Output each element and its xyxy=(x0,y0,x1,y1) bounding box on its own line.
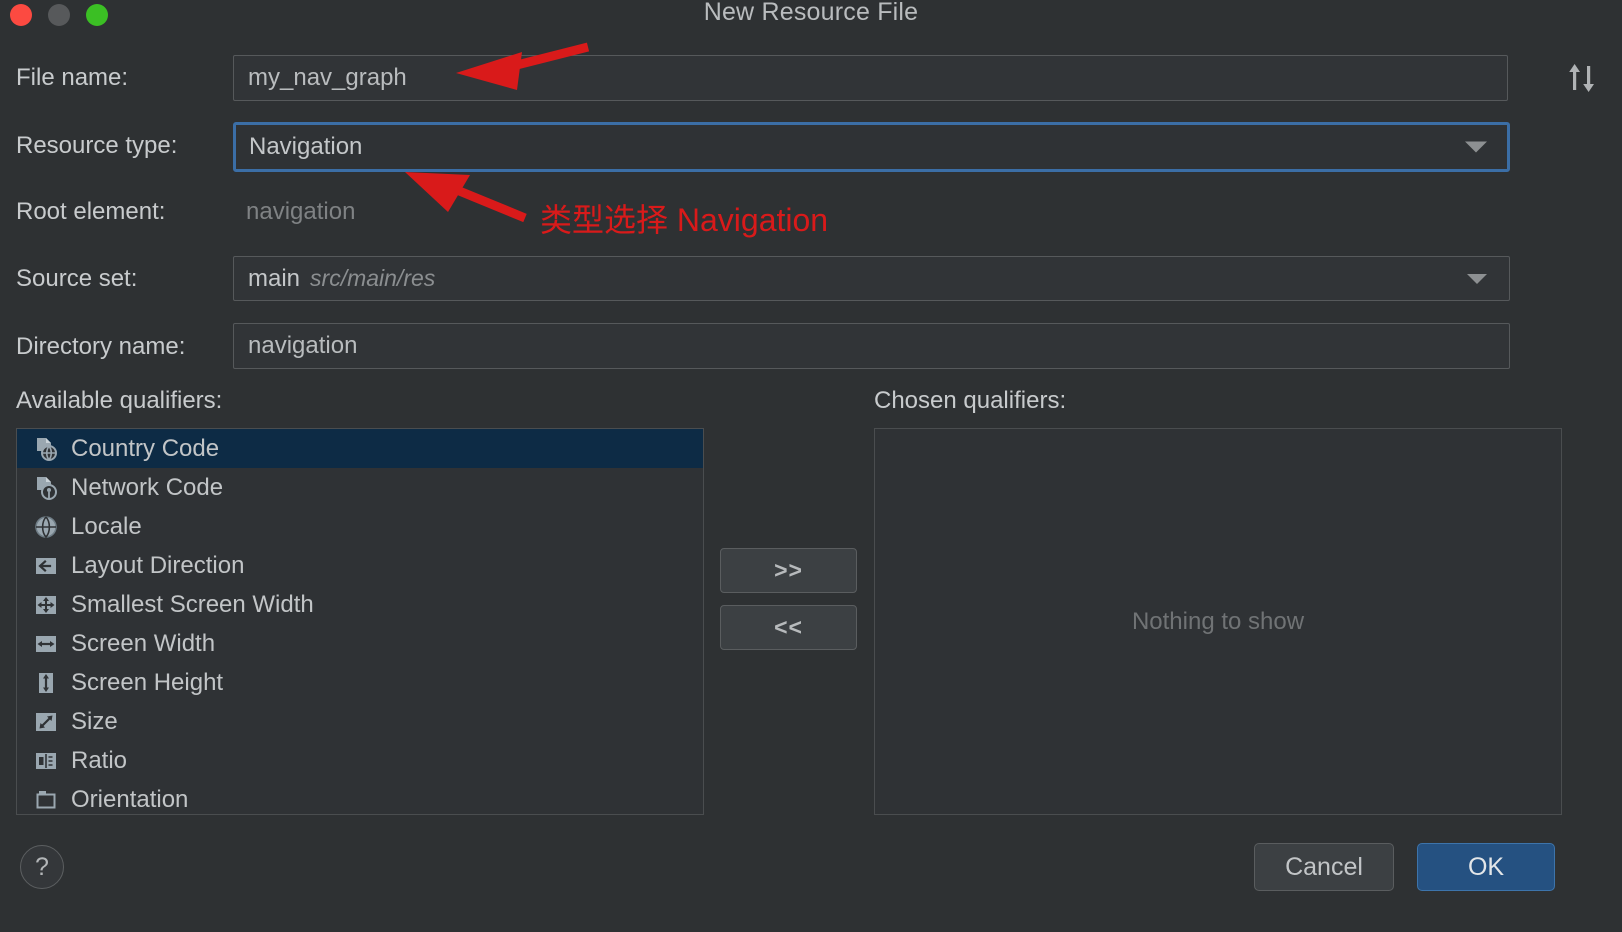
directory-name-input[interactable]: navigation xyxy=(233,323,1510,369)
source-set-combobox[interactable]: main src/main/res xyxy=(233,256,1510,301)
ratio-icon xyxy=(33,748,59,774)
source-set-path: src/main/res xyxy=(310,265,435,292)
qualifier-list-item[interactable]: Locale xyxy=(17,507,703,546)
help-button[interactable]: ? xyxy=(20,845,64,889)
qualifier-list-item[interactable]: Screen Width xyxy=(17,624,703,663)
locale-globe-icon xyxy=(33,514,59,540)
qualifier-label: Ratio xyxy=(71,747,127,775)
smallest-screen-width-icon xyxy=(33,592,59,618)
source-set-label: Source set: xyxy=(16,265,137,293)
qualifier-label: Network Code xyxy=(71,474,223,502)
ok-button[interactable]: OK xyxy=(1417,843,1555,891)
qualifier-label: Locale xyxy=(71,513,142,541)
country-code-icon xyxy=(33,436,59,462)
nothing-to-show-text: Nothing to show xyxy=(1132,608,1304,636)
root-element-label: Root element: xyxy=(16,198,165,226)
qualifier-list-item[interactable]: Size xyxy=(17,702,703,741)
remove-qualifier-button[interactable]: << xyxy=(720,605,857,650)
resource-type-label: Resource type: xyxy=(16,132,177,160)
screen-height-icon xyxy=(33,670,59,696)
window-title: New Resource File xyxy=(0,0,1622,27)
chevron-down-icon xyxy=(1467,274,1487,284)
screen-width-icon xyxy=(33,631,59,657)
qualifier-list-item[interactable]: Layout Direction xyxy=(17,546,703,585)
qualifier-label: Layout Direction xyxy=(71,552,244,580)
qualifier-list-item[interactable]: Screen Height xyxy=(17,663,703,702)
chevron-down-icon xyxy=(1465,142,1487,153)
network-code-icon xyxy=(33,475,59,501)
available-qualifiers-list[interactable]: Country Code Network Code Locale Layout … xyxy=(16,428,704,815)
qualifier-label: Screen Width xyxy=(71,630,215,658)
new-resource-file-dialog: New Resource File File name: my_nav_grap… xyxy=(0,0,1622,932)
qualifier-list-item[interactable]: Network Code xyxy=(17,468,703,507)
orientation-icon xyxy=(33,787,59,813)
qualifier-list-item[interactable]: Ratio xyxy=(17,741,703,780)
qualifier-label: Smallest Screen Width xyxy=(71,591,314,619)
cancel-button[interactable]: Cancel xyxy=(1254,843,1394,891)
title-bar: New Resource File xyxy=(0,0,1622,36)
annotation-label: 类型选择 Navigation xyxy=(540,195,828,241)
sort-up-down-icon[interactable] xyxy=(1562,58,1602,98)
chosen-qualifiers-list[interactable]: Nothing to show xyxy=(874,428,1562,815)
source-set-value: main xyxy=(248,265,300,293)
resource-type-combobox[interactable]: Navigation xyxy=(233,122,1510,172)
qualifier-label: Orientation xyxy=(71,786,188,814)
file-name-input[interactable]: my_nav_graph xyxy=(233,55,1508,101)
file-name-label: File name: xyxy=(16,64,128,92)
qualifier-list-item[interactable]: Smallest Screen Width xyxy=(17,585,703,624)
add-qualifier-button[interactable]: >> xyxy=(720,548,857,593)
directory-name-label: Directory name: xyxy=(16,333,185,361)
qualifier-label: Size xyxy=(71,708,118,736)
layout-direction-icon xyxy=(33,553,59,579)
size-icon xyxy=(33,709,59,735)
chosen-qualifiers-label: Chosen qualifiers: xyxy=(874,387,1066,415)
qualifier-label: Country Code xyxy=(71,435,219,463)
qualifier-label: Screen Height xyxy=(71,669,223,697)
root-element-value: navigation xyxy=(246,198,355,226)
available-qualifiers-label: Available qualifiers: xyxy=(16,387,222,415)
annotation-arrow-resource-type xyxy=(405,172,525,218)
qualifier-list-item[interactable]: Orientation xyxy=(17,780,703,815)
resource-type-value: Navigation xyxy=(249,133,362,161)
qualifier-list-item[interactable]: Country Code xyxy=(17,429,703,468)
